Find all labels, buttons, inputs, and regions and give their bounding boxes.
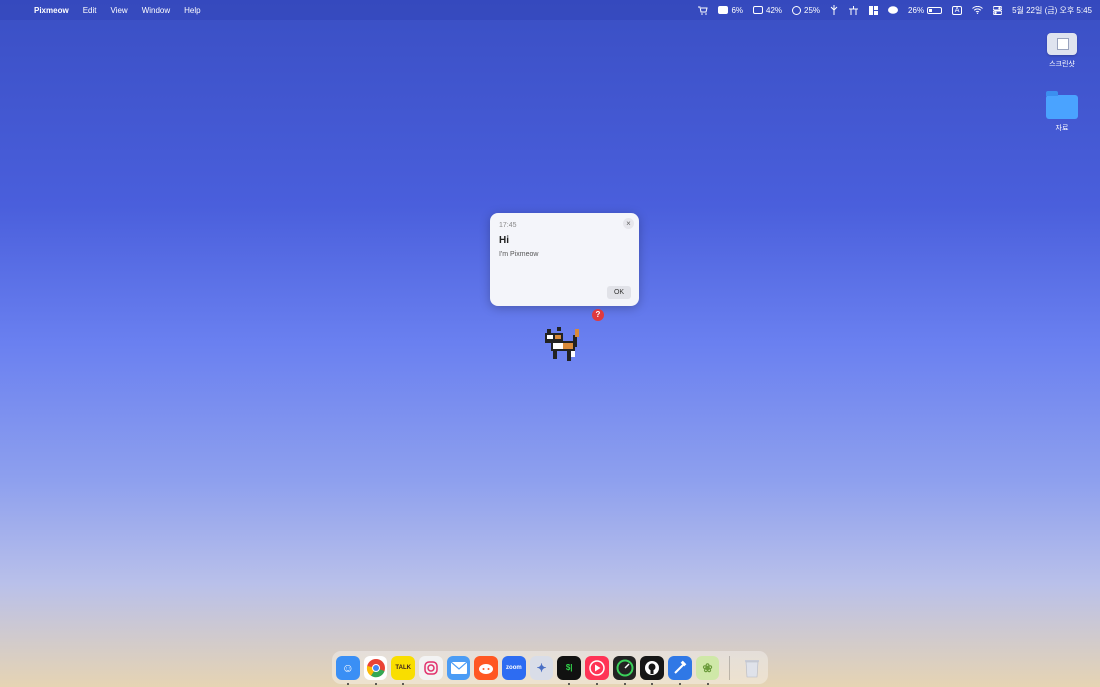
dock-trash[interactable]	[740, 656, 764, 680]
desktop-icon-folder[interactable]: 자료	[1032, 91, 1092, 133]
running-indicator	[374, 682, 377, 685]
battery-percent: 26%	[908, 5, 925, 15]
instagram-icon	[424, 660, 438, 675]
ok-button[interactable]: OK	[607, 286, 631, 299]
chrome-icon	[366, 658, 385, 677]
dock-app-reddit[interactable]	[474, 655, 499, 680]
finder-icon: ☺	[341, 660, 354, 675]
status-memory[interactable]: 42%	[753, 6, 782, 15]
dock-app-instagram[interactable]	[419, 655, 443, 680]
dock-app-perplexity[interactable]: ✦	[529, 655, 554, 680]
menu-bar: Pixmeow Edit View Window Help 6% 42% 25%	[0, 0, 1100, 20]
status-fork-icon[interactable]	[830, 5, 838, 15]
dock-app-zoom[interactable]: zoom	[502, 655, 526, 680]
menu-help[interactable]: Help	[184, 6, 200, 15]
battery-icon	[927, 6, 943, 14]
dialog-message: I'm Pixmeow	[499, 251, 539, 258]
help-badge[interactable]: ?	[592, 309, 604, 321]
dialog-time: 17:45	[499, 222, 517, 229]
wifi-icon[interactable]	[972, 6, 983, 14]
memory-icon	[753, 6, 764, 14]
disk-icon	[792, 5, 802, 15]
close-icon[interactable]: ×	[623, 218, 634, 229]
screenshot-folder-icon	[1047, 33, 1077, 55]
desktop-icon-screenshots[interactable]: 스크린샷	[1032, 33, 1092, 69]
dock-app-github[interactable]	[640, 655, 665, 685]
status-cpu[interactable]: 6%	[718, 6, 743, 15]
notification-dialog: 17:45 × Hi I'm Pixmeow OK	[490, 213, 639, 306]
running-indicator	[347, 682, 349, 685]
gauge-icon	[616, 659, 634, 676]
zoom-icon: zoom	[506, 664, 522, 671]
play-icon	[589, 659, 605, 676]
running-indicator	[568, 682, 571, 685]
dock-app-xcode[interactable]	[668, 655, 692, 685]
mail-icon	[450, 661, 467, 674]
control-center-icon[interactable]	[993, 5, 1003, 15]
dock-app-chrome[interactable]	[363, 655, 388, 685]
github-icon	[645, 660, 660, 675]
status-disk[interactable]: 25%	[792, 5, 821, 15]
menu-app-name[interactable]: Pixmeow	[34, 6, 69, 15]
cpu-percent: 6%	[731, 5, 744, 15]
sparkle-icon: ✦	[536, 660, 547, 675]
dock-app-activity-monitor[interactable]	[612, 655, 637, 685]
reddit-icon	[479, 663, 494, 674]
running-indicator	[402, 682, 405, 685]
paw-icon: ❀	[702, 660, 713, 675]
status-battery[interactable]: 26%	[908, 5, 943, 15]
folder-icon	[1046, 91, 1078, 119]
running-indicator	[651, 682, 654, 685]
running-indicator	[679, 682, 682, 685]
menu-window[interactable]: Window	[142, 6, 170, 15]
status-chat-icon[interactable]	[888, 5, 899, 15]
desktop-icon-label: 스크린샷	[1049, 61, 1075, 68]
status-network-icon[interactable]	[848, 5, 859, 15]
cpu-icon	[718, 6, 729, 14]
dock-app-mail[interactable]	[446, 655, 471, 680]
dialog-title: Hi	[499, 235, 509, 246]
memory-percent: 42%	[766, 5, 783, 15]
running-indicator	[706, 682, 709, 685]
status-input-source[interactable]: A	[952, 5, 963, 15]
status-cart-icon[interactable]	[698, 6, 709, 15]
dock-app-terminal[interactable]: $|	[557, 655, 582, 685]
trash-icon	[745, 659, 760, 677]
pixel-cat-sprite[interactable]	[543, 325, 583, 363]
disk-percent: 25%	[804, 5, 821, 15]
dock: ☺ TALK zoom ✦ $| ❀	[332, 651, 768, 685]
dock-app-kakaotalk[interactable]: TALK	[391, 655, 416, 685]
running-indicator	[596, 682, 599, 685]
menu-edit[interactable]: Edit	[83, 6, 97, 15]
dock-app-pixmeow[interactable]: ❀	[695, 655, 720, 685]
terminal-icon: $|	[565, 663, 573, 672]
input-source-letter: A	[952, 5, 963, 15]
dock-separator	[729, 655, 731, 680]
desktop-icon-label: 자료	[1055, 125, 1069, 132]
status-layout-icon[interactable]	[869, 5, 879, 15]
menu-clock[interactable]: 5월 22일 (금) 오후 5:45	[1012, 5, 1092, 16]
menu-view[interactable]: View	[110, 6, 127, 15]
kakaotalk-icon: TALK	[395, 664, 411, 671]
running-indicator	[623, 682, 626, 685]
dock-app-finder[interactable]: ☺	[336, 655, 360, 685]
hammer-icon	[674, 660, 687, 674]
dock-app-youtube-music[interactable]	[585, 655, 609, 685]
